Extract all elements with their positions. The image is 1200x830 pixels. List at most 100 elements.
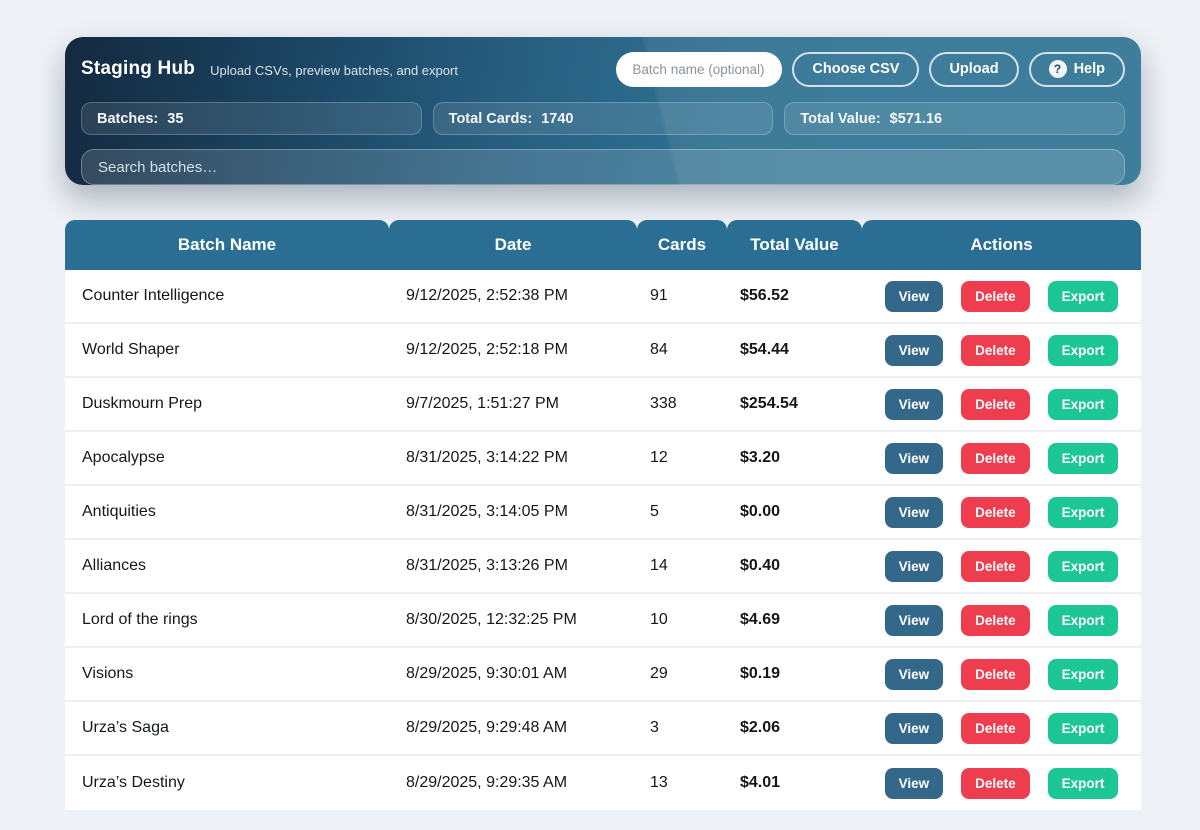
column-header-actions: Actions <box>862 220 1141 270</box>
view-button[interactable]: View <box>885 281 944 312</box>
date-cell: 8/30/2025, 12:32:25 PM <box>389 594 637 648</box>
actions-cell: View Delete Export <box>862 540 1141 594</box>
delete-button[interactable]: Delete <box>961 389 1030 420</box>
stat-total-cards: Total Cards: 1740 <box>433 102 774 135</box>
view-button[interactable]: View <box>885 768 944 799</box>
help-button[interactable]: ? Help <box>1029 52 1125 87</box>
table-row: Apocalypse8/31/2025, 3:14:22 PM12$3.20Vi… <box>65 432 1141 486</box>
page-subtitle: Upload CSVs, preview batches, and export <box>210 63 458 78</box>
batch-name-cell: Counter Intelligence <box>65 270 389 324</box>
batch-name-cell: Duskmourn Prep <box>65 378 389 432</box>
table-row: Duskmourn Prep9/7/2025, 1:51:27 PM338$25… <box>65 378 1141 432</box>
stat-batches-value: 35 <box>167 111 183 127</box>
batch-name-input[interactable] <box>616 52 782 87</box>
stat-total-value: Total Value: $571.16 <box>784 102 1125 135</box>
choose-csv-label: Choose CSV <box>812 61 899 77</box>
actions-button-group: View Delete Export <box>862 497 1141 528</box>
batch-name-cell: Antiquities <box>65 486 389 540</box>
export-button[interactable]: Export <box>1048 605 1119 636</box>
date-cell: 8/31/2025, 3:14:22 PM <box>389 432 637 486</box>
export-button[interactable]: Export <box>1048 497 1119 528</box>
export-button[interactable]: Export <box>1048 335 1119 366</box>
total-value-cell: $254.54 <box>727 378 862 432</box>
export-button[interactable]: Export <box>1048 389 1119 420</box>
view-button[interactable]: View <box>885 605 944 636</box>
search-batches-input[interactable] <box>81 149 1125 185</box>
cards-count-cell: 12 <box>637 432 727 486</box>
date-cell: 8/31/2025, 3:14:05 PM <box>389 486 637 540</box>
page: Staging Hub Upload CSVs, preview batches… <box>0 0 1200 830</box>
search-row <box>81 149 1125 185</box>
actions-button-group: View Delete Export <box>862 389 1141 420</box>
table-row: Lord of the rings8/30/2025, 12:32:25 PM1… <box>65 594 1141 648</box>
export-button[interactable]: Export <box>1048 713 1119 744</box>
actions-cell: View Delete Export <box>862 756 1141 810</box>
total-value-cell: $0.40 <box>727 540 862 594</box>
view-button[interactable]: View <box>885 497 944 528</box>
actions-button-group: View Delete Export <box>862 605 1141 636</box>
delete-button[interactable]: Delete <box>961 659 1030 690</box>
delete-button[interactable]: Delete <box>961 497 1030 528</box>
actions-button-group: View Delete Export <box>862 768 1141 799</box>
batch-name-cell: Visions <box>65 648 389 702</box>
cards-count-cell: 3 <box>637 702 727 756</box>
export-button[interactable]: Export <box>1048 768 1119 799</box>
actions-cell: View Delete Export <box>862 324 1141 378</box>
upload-label: Upload <box>949 61 998 77</box>
delete-button[interactable]: Delete <box>961 713 1030 744</box>
stat-batches: Batches: 35 <box>81 102 422 135</box>
table-header: Batch Name Date Cards Total Value Action… <box>65 220 1141 270</box>
stat-total-value-value: $571.16 <box>890 111 942 127</box>
actions-cell: View Delete Export <box>862 270 1141 324</box>
delete-button[interactable]: Delete <box>961 443 1030 474</box>
batch-name-cell: Urza’s Saga <box>65 702 389 756</box>
actions-cell: View Delete Export <box>862 594 1141 648</box>
view-button[interactable]: View <box>885 713 944 744</box>
help-label: Help <box>1074 61 1105 77</box>
total-value-cell: $0.19 <box>727 648 862 702</box>
stat-total-value-label: Total Value: <box>800 111 880 127</box>
stat-total-cards-value: 1740 <box>541 111 573 127</box>
page-title: Staging Hub <box>81 58 195 80</box>
total-value-cell: $2.06 <box>727 702 862 756</box>
total-value-cell: $4.01 <box>727 756 862 810</box>
delete-button[interactable]: Delete <box>961 335 1030 366</box>
actions-cell: View Delete Export <box>862 432 1141 486</box>
header-top-row: Staging Hub Upload CSVs, preview batches… <box>81 50 1125 88</box>
table-row: Antiquities8/31/2025, 3:14:05 PM5$0.00Vi… <box>65 486 1141 540</box>
delete-button[interactable]: Delete <box>961 768 1030 799</box>
date-cell: 9/12/2025, 2:52:18 PM <box>389 324 637 378</box>
table-row: Counter Intelligence9/12/2025, 2:52:38 P… <box>65 270 1141 324</box>
actions-cell: View Delete Export <box>862 486 1141 540</box>
total-value-cell: $3.20 <box>727 432 862 486</box>
cards-count-cell: 5 <box>637 486 727 540</box>
upload-button[interactable]: Upload <box>929 52 1018 87</box>
view-button[interactable]: View <box>885 335 944 366</box>
column-header-date: Date <box>389 220 637 270</box>
export-button[interactable]: Export <box>1048 659 1119 690</box>
cards-count-cell: 10 <box>637 594 727 648</box>
total-value-cell: $4.69 <box>727 594 862 648</box>
view-button[interactable]: View <box>885 551 944 582</box>
question-mark-icon: ? <box>1049 60 1067 78</box>
date-cell: 9/12/2025, 2:52:38 PM <box>389 270 637 324</box>
export-button[interactable]: Export <box>1048 281 1119 312</box>
delete-button[interactable]: Delete <box>961 281 1030 312</box>
batch-name-cell: Lord of the rings <box>65 594 389 648</box>
delete-button[interactable]: Delete <box>961 551 1030 582</box>
date-cell: 9/7/2025, 1:51:27 PM <box>389 378 637 432</box>
cards-count-cell: 13 <box>637 756 727 810</box>
column-header-batch-name: Batch Name <box>65 220 389 270</box>
actions-cell: View Delete Export <box>862 702 1141 756</box>
export-button[interactable]: Export <box>1048 551 1119 582</box>
table-row: Urza’s Destiny8/29/2025, 9:29:35 AM13$4.… <box>65 756 1141 810</box>
batch-name-cell: World Shaper <box>65 324 389 378</box>
table-row: Urza’s Saga8/29/2025, 9:29:48 AM3$2.06Vi… <box>65 702 1141 756</box>
column-header-total-value: Total Value <box>727 220 862 270</box>
delete-button[interactable]: Delete <box>961 605 1030 636</box>
view-button[interactable]: View <box>885 443 944 474</box>
view-button[interactable]: View <box>885 659 944 690</box>
view-button[interactable]: View <box>885 389 944 420</box>
choose-csv-button[interactable]: Choose CSV <box>792 52 919 87</box>
export-button[interactable]: Export <box>1048 443 1119 474</box>
